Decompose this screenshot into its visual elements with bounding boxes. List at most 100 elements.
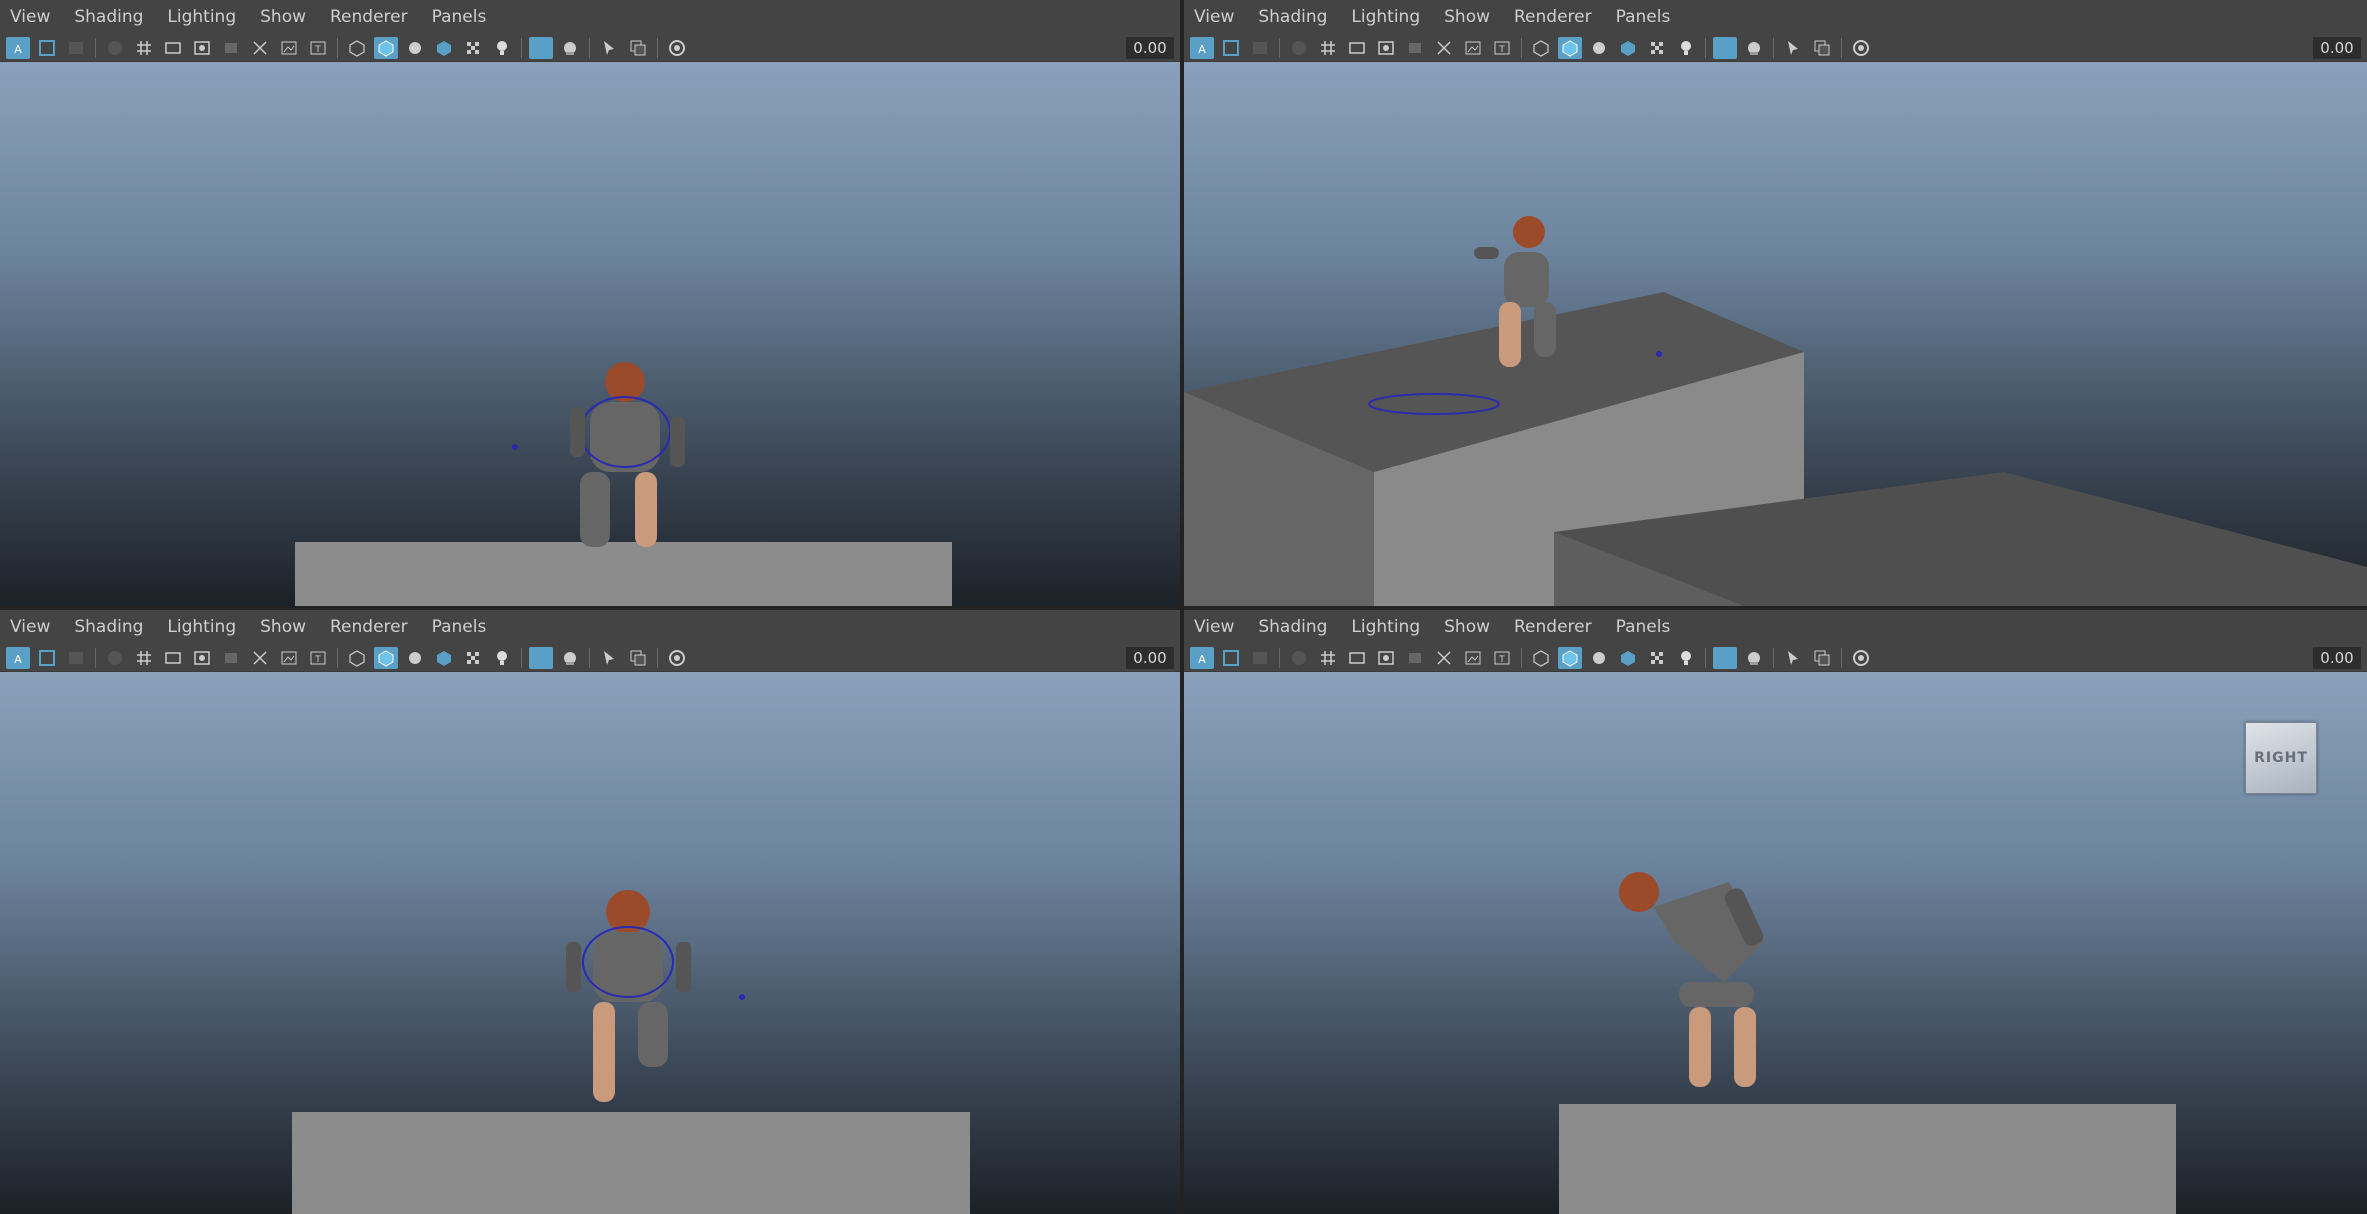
frame-selection-icon[interactable] xyxy=(1810,647,1834,669)
menu-view[interactable]: View xyxy=(10,7,50,27)
lights-icon[interactable] xyxy=(1674,37,1698,59)
select-camera-icon[interactable]: A xyxy=(1190,36,1214,59)
safe-title-icon[interactable]: T xyxy=(1490,37,1514,59)
smooth-shade-icon[interactable] xyxy=(374,36,398,59)
resolution-gate-icon[interactable] xyxy=(1374,37,1398,59)
field-chart-icon[interactable] xyxy=(248,37,272,59)
default-material-icon[interactable] xyxy=(1587,37,1611,59)
gate-mask-icon[interactable] xyxy=(219,37,243,59)
exposure-icon[interactable] xyxy=(665,647,689,669)
resolution-gate-icon[interactable] xyxy=(1374,647,1398,669)
menu-show[interactable]: Show xyxy=(260,7,306,27)
gate-mask-icon[interactable] xyxy=(1403,647,1427,669)
xray-icon[interactable] xyxy=(1713,36,1737,59)
wireframe-icon[interactable] xyxy=(1529,37,1553,59)
smooth-shade-icon[interactable] xyxy=(1558,36,1582,59)
menu-lighting[interactable]: Lighting xyxy=(167,7,236,27)
menu-renderer[interactable]: Renderer xyxy=(330,617,408,637)
menu-lighting[interactable]: Lighting xyxy=(1351,617,1420,637)
frame-selection-icon[interactable] xyxy=(1810,37,1834,59)
textured-icon[interactable] xyxy=(432,37,456,59)
viewport-panel-3[interactable]: View Shading Lighting Show Renderer Pane… xyxy=(0,610,1180,1214)
bookmarks-icon[interactable] xyxy=(64,37,88,59)
field-chart-icon[interactable] xyxy=(1432,37,1456,59)
smooth-shade-icon[interactable] xyxy=(374,646,398,669)
menu-view[interactable]: View xyxy=(10,617,50,637)
wireframe-icon[interactable] xyxy=(345,37,369,59)
select-tool-icon[interactable] xyxy=(597,647,621,669)
default-material-icon[interactable] xyxy=(403,37,427,59)
viewcube-right[interactable]: RIGHT xyxy=(2245,722,2317,794)
exposure-icon[interactable] xyxy=(1849,37,1873,59)
safe-title-icon[interactable]: T xyxy=(1490,647,1514,669)
xray-icon[interactable] xyxy=(529,36,553,59)
exposure-value-field[interactable]: 0.00 xyxy=(2313,37,2361,59)
camera-attributes-icon[interactable] xyxy=(35,37,59,59)
frame-selection-icon[interactable] xyxy=(626,37,650,59)
shadows-icon[interactable] xyxy=(461,37,485,59)
exposure-value-field[interactable]: 0.00 xyxy=(2313,647,2361,669)
safe-title-icon[interactable]: T xyxy=(306,647,330,669)
isolate-icon[interactable] xyxy=(1742,37,1766,59)
menu-shading[interactable]: Shading xyxy=(74,7,143,27)
bookmarks-icon[interactable] xyxy=(1248,37,1272,59)
default-material-icon[interactable] xyxy=(1587,647,1611,669)
select-tool-icon[interactable] xyxy=(1781,37,1805,59)
menu-lighting[interactable]: Lighting xyxy=(167,617,236,637)
grid-icon[interactable] xyxy=(132,647,156,669)
resolution-gate-icon[interactable] xyxy=(190,37,214,59)
field-chart-icon[interactable] xyxy=(248,647,272,669)
camera-attributes-icon[interactable] xyxy=(1219,647,1243,669)
select-camera-icon[interactable]: A xyxy=(6,36,30,59)
gate-mask-icon[interactable] xyxy=(1403,37,1427,59)
lights-icon[interactable] xyxy=(490,37,514,59)
menu-shading[interactable]: Shading xyxy=(1258,7,1327,27)
isolate-icon[interactable] xyxy=(558,647,582,669)
safe-action-icon[interactable] xyxy=(1461,647,1485,669)
camera-attributes-icon[interactable] xyxy=(1219,37,1243,59)
viewport-panel-1[interactable]: View Shading Lighting Show Renderer Pane… xyxy=(0,0,1180,606)
film-gate-icon[interactable] xyxy=(1345,37,1369,59)
menu-lighting[interactable]: Lighting xyxy=(1351,7,1420,27)
viewport-3d[interactable] xyxy=(1184,62,2367,606)
menu-shading[interactable]: Shading xyxy=(1258,617,1327,637)
lights-icon[interactable] xyxy=(1674,647,1698,669)
menu-panels[interactable]: Panels xyxy=(1616,617,1671,637)
select-camera-icon[interactable]: A xyxy=(6,646,30,669)
shadows-icon[interactable] xyxy=(461,647,485,669)
safe-action-icon[interactable] xyxy=(1461,37,1485,59)
image-plane-icon[interactable] xyxy=(103,37,127,59)
film-gate-icon[interactable] xyxy=(1345,647,1369,669)
image-plane-icon[interactable] xyxy=(103,647,127,669)
menu-shading[interactable]: Shading xyxy=(74,617,143,637)
xray-icon[interactable] xyxy=(1713,646,1737,669)
wireframe-icon[interactable] xyxy=(345,647,369,669)
select-camera-icon[interactable]: A xyxy=(1190,646,1214,669)
exposure-value-field[interactable]: 0.00 xyxy=(1126,647,1174,669)
menu-renderer[interactable]: Renderer xyxy=(1514,617,1592,637)
resolution-gate-icon[interactable] xyxy=(190,647,214,669)
film-gate-icon[interactable] xyxy=(161,647,185,669)
wireframe-icon[interactable] xyxy=(1529,647,1553,669)
lights-icon[interactable] xyxy=(490,647,514,669)
xray-icon[interactable] xyxy=(529,646,553,669)
bookmarks-icon[interactable] xyxy=(1248,647,1272,669)
camera-attributes-icon[interactable] xyxy=(35,647,59,669)
isolate-icon[interactable] xyxy=(1742,647,1766,669)
menu-show[interactable]: Show xyxy=(1444,617,1490,637)
safe-title-icon[interactable]: T xyxy=(306,37,330,59)
menu-panels[interactable]: Panels xyxy=(432,7,487,27)
isolate-icon[interactable] xyxy=(558,37,582,59)
select-tool-icon[interactable] xyxy=(597,37,621,59)
textured-icon[interactable] xyxy=(1616,37,1640,59)
grid-icon[interactable] xyxy=(132,37,156,59)
smooth-shade-icon[interactable] xyxy=(1558,646,1582,669)
viewport-panel-4[interactable]: View Shading Lighting Show Renderer Pane… xyxy=(1184,610,2367,1214)
field-chart-icon[interactable] xyxy=(1432,647,1456,669)
gate-mask-icon[interactable] xyxy=(219,647,243,669)
shadows-icon[interactable] xyxy=(1645,647,1669,669)
select-tool-icon[interactable] xyxy=(1781,647,1805,669)
grid-icon[interactable] xyxy=(1316,37,1340,59)
default-material-icon[interactable] xyxy=(403,647,427,669)
exposure-value-field[interactable]: 0.00 xyxy=(1126,37,1174,59)
